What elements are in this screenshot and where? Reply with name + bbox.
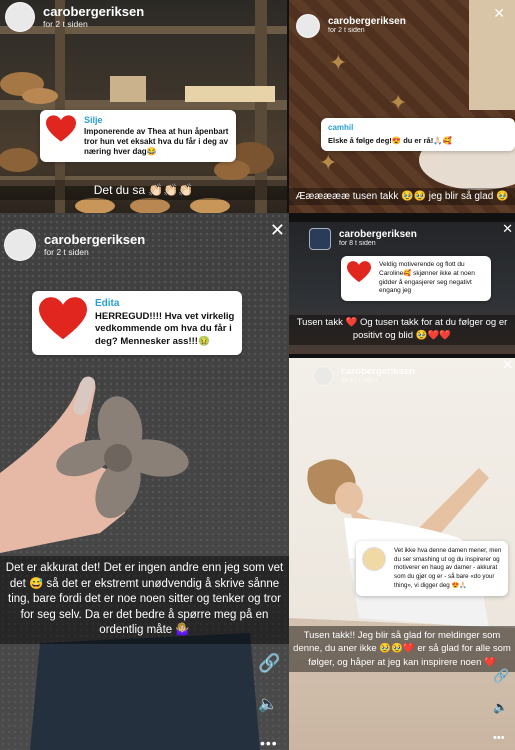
username[interactable]: carobergeriksen xyxy=(339,229,417,240)
story-caption: Tusen takk!! Jeg blir så glad for meldin… xyxy=(289,626,515,672)
avatar[interactable] xyxy=(4,229,36,261)
comment-text: Elske å følge deg!😍 du er rå!🙏🏻🥰 xyxy=(328,135,452,145)
commenter-avatar xyxy=(362,547,386,571)
story-caption: Det er akkurat det! Det er ingen andre e… xyxy=(0,556,289,644)
speaker-icon[interactable]: 🔈 xyxy=(258,694,278,714)
story-panel-1: carobergeriksen for 2 t siden Silje Impo… xyxy=(0,0,287,213)
comment-card: Silje Imponerende av Thea at hun åpenbar… xyxy=(40,110,236,163)
comment-card: Edita HERREGUD!!!! Hva vet virkelig vedk… xyxy=(32,291,242,355)
comment-text: Imponerende av Thea at hun åpenbart tror… xyxy=(84,126,229,156)
timestamp: for 8 t siden xyxy=(339,240,376,248)
timestamp: for 17 t siden xyxy=(341,377,378,385)
story-caption: Det du sa 👏🏻👏🏻👏🏻 xyxy=(0,180,287,200)
heart-icon xyxy=(39,297,87,340)
story-panel-2: ✦ ✦ ✦ carobergeriksen for 2 t siden ✕ ca… xyxy=(289,0,515,213)
story-header: carobergeriksen for 2 t siden xyxy=(5,2,144,32)
more-icon[interactable]: ••• xyxy=(260,735,278,750)
heart-icon xyxy=(46,115,76,142)
avatar[interactable] xyxy=(313,366,333,386)
svg-text:✦: ✦ xyxy=(319,150,337,175)
story-header: carobergeriksen for 2 t siden xyxy=(4,229,145,261)
username[interactable]: carobergeriksen xyxy=(341,366,415,377)
speaker-icon[interactable]: 🔈 xyxy=(493,700,508,714)
timestamp: for 2 t siden xyxy=(328,27,365,35)
comment-card: camhil Elske å følge deg!😍 du er rå!🙏🏻🥰 xyxy=(321,118,515,151)
story-caption: Ææææææ tusen takk 🥹🥹 jeg blir så glad 🥹 xyxy=(289,188,515,205)
story-panel-3: carobergeriksen for 2 t siden ✕ Edita HE… xyxy=(0,213,289,750)
story-panel-4: carobergeriksen for 8 t siden ✕ Veldig m… xyxy=(289,222,515,354)
link-icon[interactable]: 🔗 xyxy=(493,668,509,684)
svg-text:✦: ✦ xyxy=(389,90,407,115)
username[interactable]: carobergeriksen xyxy=(328,16,406,27)
close-icon[interactable]: ✕ xyxy=(493,6,505,20)
commenter-name: Edita xyxy=(95,298,120,309)
close-icon[interactable]: ✕ xyxy=(270,221,285,239)
story-header: carobergeriksen for 17 t siden xyxy=(313,366,415,386)
close-icon[interactable]: ✕ xyxy=(502,358,513,371)
heart-icon xyxy=(347,261,371,283)
avatar[interactable] xyxy=(309,228,331,250)
comment-text: Veldig motiverende og flott du Caroline🥰… xyxy=(379,261,475,295)
link-icon[interactable]: 🔗 xyxy=(258,653,280,674)
comment-card: Vet ikke hva denne damen mener, men du s… xyxy=(356,541,508,597)
story-header: carobergeriksen for 8 t siden xyxy=(309,228,417,250)
username[interactable]: carobergeriksen xyxy=(43,4,144,19)
username[interactable]: carobergeriksen xyxy=(44,232,145,247)
avatar[interactable] xyxy=(5,2,35,32)
more-icon[interactable]: ••• xyxy=(493,732,505,744)
svg-text:✦: ✦ xyxy=(329,50,347,75)
comment-card: Veldig motiverende og flott du Caroline🥰… xyxy=(341,256,491,302)
comment-text: Vet ikke hva denne damen mener, men du s… xyxy=(394,547,502,589)
story-caption: Tusen takk ❤️ Og tusen takk for at du fø… xyxy=(289,315,515,345)
story-header: carobergeriksen for 2 t siden xyxy=(296,14,406,38)
avatar[interactable] xyxy=(296,14,320,38)
timestamp: for 2 t siden xyxy=(43,19,88,29)
timestamp: for 2 t siden xyxy=(44,247,89,257)
story-panel-5: carobergeriksen for 17 t siden ✕ Vet ikk… xyxy=(289,358,515,750)
comment-text: HERREGUD!!!! Hva vet virkelig vedkommend… xyxy=(95,310,235,348)
commenter-name: Silje xyxy=(84,115,103,125)
commenter-name: camhil xyxy=(328,123,354,132)
close-icon[interactable]: ✕ xyxy=(502,222,513,235)
